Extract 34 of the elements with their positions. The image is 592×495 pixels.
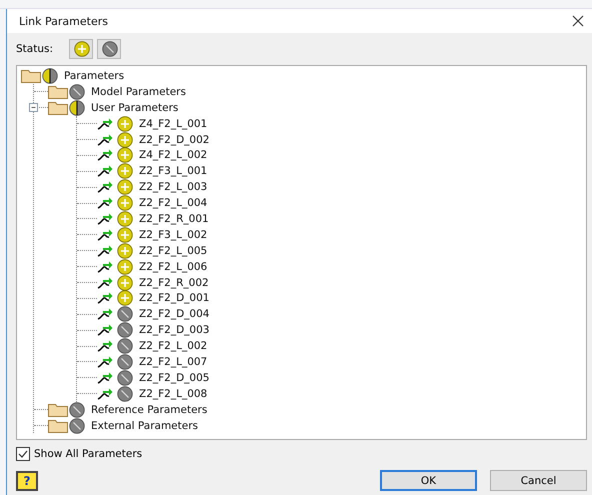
tree-item[interactable]: Z2_F3_L_001	[139, 165, 208, 178]
dialog-button[interactable]: OK	[380, 470, 477, 491]
tree-item[interactable]: External Parameters	[91, 420, 198, 432]
collapse-toggle[interactable]	[29, 102, 38, 112]
tree-item[interactable]: Z2_F2_D_001	[139, 292, 210, 304]
tree-item[interactable]: Z2_F2_L_003	[139, 181, 208, 194]
tree-item[interactable]: Model Parameters	[91, 86, 186, 98]
tree-item[interactable]: Z2_F2_L_006	[139, 260, 208, 273]
tree-item[interactable]: Z2_F2_D_003	[139, 324, 210, 336]
checkbox-label: Show All Parameters	[34, 448, 142, 460]
close-icon[interactable]	[572, 15, 584, 27]
tree-item[interactable]: Z2_F2_R_002	[139, 276, 209, 289]
tree-item[interactable]: Z2_F2_D_005	[139, 372, 210, 384]
dialog-button[interactable]: Cancel	[490, 470, 587, 491]
help-button[interactable]: ?	[16, 470, 38, 490]
tree-item[interactable]: Z4_F2_L_002	[139, 149, 208, 162]
tree-item[interactable]: Z2_F2_L_005	[139, 244, 208, 257]
tree-item[interactable]: User Parameters	[91, 102, 178, 114]
tree-item[interactable]: Z2_F3_L_002	[139, 228, 208, 241]
tree-item[interactable]: Reference Parameters	[91, 404, 208, 416]
tree-item[interactable]: Z2_F2_L_002	[139, 340, 208, 352]
tree-item[interactable]: Z2_F2_L_008	[139, 388, 208, 400]
tree-item[interactable]: Parameters	[64, 70, 124, 82]
tree-item[interactable]: Z2_F2_L_007	[139, 356, 208, 368]
tree-item[interactable]: Z4_F2_L_001	[139, 118, 208, 130]
status-filter-button[interactable]	[69, 39, 93, 59]
tree-item[interactable]: Z2_F2_L_004	[139, 197, 208, 210]
tree-item[interactable]: Z2_F2_D_002	[139, 134, 210, 146]
checkbox[interactable]	[16, 447, 30, 461]
window-title: Link Parameters	[19, 14, 108, 28]
status-filter-button[interactable]	[97, 39, 121, 59]
status-label: Status:	[16, 43, 53, 55]
tree-item[interactable]: Z2_F2_R_001	[139, 212, 209, 225]
tree-item[interactable]: Z2_F2_D_004	[139, 308, 210, 320]
